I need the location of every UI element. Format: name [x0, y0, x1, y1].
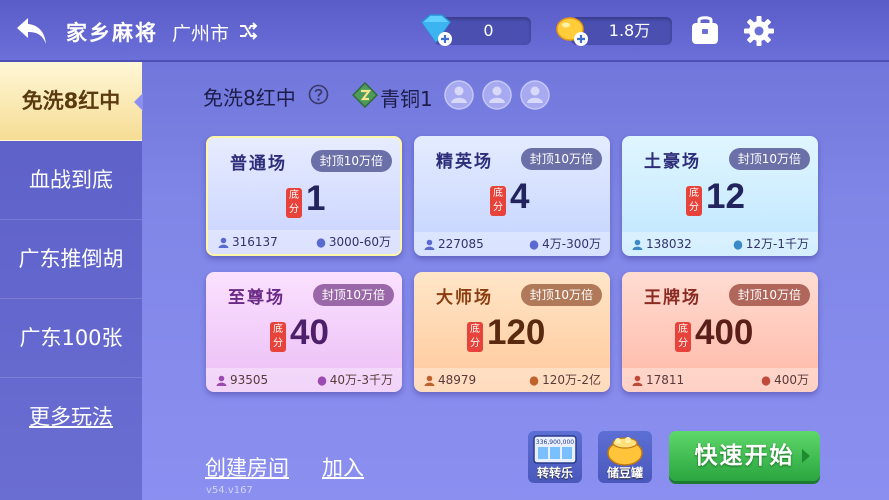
spin-wheel-button[interactable]: 336,900,000 转转乐: [528, 431, 582, 483]
card-footer: 17811 400万: [622, 368, 818, 392]
base-score: 120: [487, 313, 546, 352]
person-icon: [424, 375, 435, 386]
room-card-normal[interactable]: 普通场 封顶10万倍 底分 1 316137 3000-60万: [206, 136, 402, 256]
person-icon: [632, 375, 643, 386]
bean-icon: [316, 238, 326, 248]
slot-machine-icon: 336,900,000: [533, 435, 577, 464]
cap-badge: 封顶10万倍: [312, 284, 394, 306]
diamond-add-icon[interactable]: [416, 12, 456, 48]
app-title: 家乡麻将: [66, 20, 158, 45]
bean-range: 12万-1千万: [733, 232, 809, 256]
room-name: 普通场: [230, 154, 287, 174]
shuffle-icon[interactable]: [238, 21, 258, 41]
card-footer: 48979 120万-2亿: [414, 368, 610, 392]
online-players: 93505: [216, 368, 268, 392]
room-name: 王牌场: [644, 288, 701, 308]
person-icon: [424, 239, 435, 250]
bean-icon: [317, 376, 327, 386]
room-name: 土豪场: [644, 152, 701, 172]
player-slot-icon: [520, 80, 550, 110]
cap-badge: 封顶10万倍: [728, 148, 810, 170]
room-name: 精英场: [436, 152, 493, 172]
cap-badge: 封顶10万倍: [520, 284, 602, 306]
sidebar-item-more[interactable]: 更多玩法: [0, 378, 142, 457]
piggy-bank-button[interactable]: 储豆罐: [598, 431, 652, 483]
base-score: 4: [510, 177, 530, 216]
bean-range: 40万-3千万: [317, 368, 393, 392]
version-label: v54.v167: [206, 485, 253, 496]
rank-label: 青铜1: [380, 87, 433, 111]
base-score-tag: 底分: [286, 188, 302, 218]
online-players: 316137: [218, 230, 278, 254]
cap-badge: 封顶10万倍: [728, 284, 810, 306]
online-players: 227085: [424, 232, 484, 256]
bean-range: 120万-2亿: [529, 368, 601, 392]
base-score-tag: 底分: [675, 322, 691, 352]
sidebar-item-tuidaohu[interactable]: 广东推倒胡: [0, 220, 142, 299]
card-footer: 138032 12万-1千万: [622, 232, 818, 256]
card-footer: 227085 4万-300万: [414, 232, 610, 256]
bean-range: 4万-300万: [529, 232, 601, 256]
person-icon: [218, 237, 229, 248]
mode-title: 免洗8红中: [203, 86, 296, 110]
top-bar: 家乡麻将 广州市 0 1.8万: [0, 0, 889, 62]
quick-start-label: 快速开始: [694, 443, 795, 469]
spin-label: 转转乐: [536, 466, 573, 480]
sidebar-item-xuezhan[interactable]: 血战到底: [0, 141, 142, 220]
bean-icon: [529, 240, 539, 250]
room-name: 大师场: [436, 288, 493, 308]
help-icon[interactable]: [308, 84, 329, 105]
base-score: 1: [306, 179, 326, 218]
person-icon: [632, 239, 643, 250]
bean-add-icon[interactable]: [552, 12, 592, 48]
room-card-ace[interactable]: 王牌场 封顶10万倍 底分 400 17811 400万: [622, 272, 818, 392]
base-score: 12: [706, 177, 745, 216]
bean-icon: [761, 376, 771, 386]
bean-range: 3000-60万: [316, 230, 391, 254]
bean-icon: [529, 376, 539, 386]
base-score-tag: 底分: [270, 322, 286, 352]
room-card-supreme[interactable]: 至尊场 封顶10万倍 底分 40 93505 40万-3千万: [206, 272, 402, 392]
base-score-tag: 底分: [686, 186, 702, 216]
sidebar-item-guangdong100[interactable]: 广东100张: [0, 299, 142, 378]
card-footer: 316137 3000-60万: [208, 230, 400, 254]
sidebar: 免洗8红中 血战到底 广东推倒胡 广东100张 更多玩法: [0, 62, 143, 500]
cap-badge: 封顶10万倍: [310, 150, 392, 172]
online-players: 48979: [424, 368, 476, 392]
jackpot-digits: 336,900,000: [536, 439, 574, 446]
online-players: 17811: [632, 368, 684, 392]
player-slot-icon: [482, 80, 512, 110]
base-score-tag: 底分: [490, 186, 506, 216]
room-card-tycoon[interactable]: 土豪场 封顶10万倍 底分 12 138032 12万-1千万: [622, 136, 818, 256]
create-room-link[interactable]: 创建房间: [205, 452, 289, 482]
base-score: 400: [695, 313, 754, 352]
person-icon: [216, 375, 227, 386]
room-card-master[interactable]: 大师场 封顶10万倍 底分 120 48979 120万-2亿: [414, 272, 610, 392]
card-footer: 93505 40万-3千万: [206, 368, 402, 392]
bean-range: 400万: [761, 368, 809, 392]
sidebar-item-hongzhong[interactable]: 免洗8红中: [0, 62, 143, 141]
room-card-elite[interactable]: 精英场 封顶10万倍 底分 4 227085 4万-300万: [414, 136, 610, 256]
gear-icon[interactable]: [742, 14, 776, 48]
back-arrow-icon[interactable]: [14, 14, 50, 48]
room-name: 至尊场: [228, 288, 285, 308]
cap-badge: 封顶10万倍: [520, 148, 602, 170]
city-selector[interactable]: 广州市: [172, 19, 229, 46]
rank-badge-icon: [352, 82, 378, 108]
quick-start-button[interactable]: 快速开始: [669, 431, 820, 481]
base-score: 40: [290, 313, 329, 352]
chevron-right-icon: [802, 449, 810, 463]
base-score-tag: 底分: [467, 322, 483, 352]
player-slot-icon: [444, 80, 474, 110]
join-room-link[interactable]: 加入: [322, 452, 364, 482]
bean-icon: [733, 240, 743, 250]
piggy-label: 储豆罐: [606, 466, 643, 480]
bag-icon[interactable]: [688, 14, 722, 48]
online-players: 138032: [632, 232, 692, 256]
